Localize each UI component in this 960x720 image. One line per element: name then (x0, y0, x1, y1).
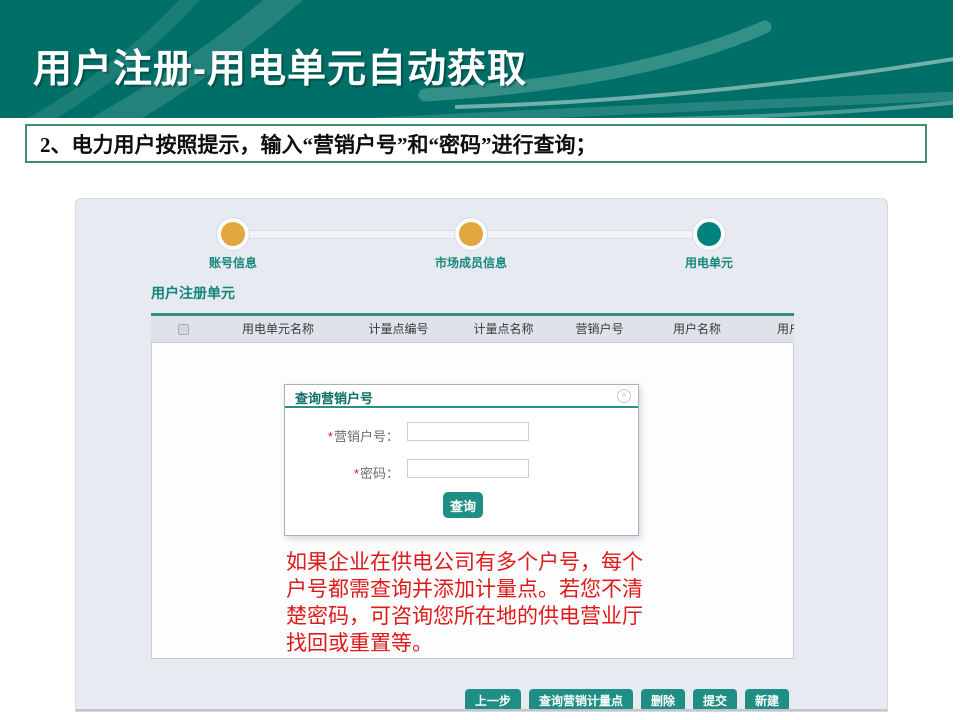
bottom-divider (76, 709, 888, 711)
marketing-account-input[interactable] (407, 422, 529, 441)
column-header-user-address: 用户地址 (746, 316, 794, 342)
column-header-metering-point-number: 计量点编号 (341, 316, 456, 342)
column-header-marketing-account: 营销户号 (551, 316, 648, 342)
step-dot-icon (221, 222, 245, 246)
step-dot-icon (459, 222, 483, 246)
slide-title: 用户注册-用电单元自动获取 (33, 38, 527, 94)
password-label: *密码： (285, 463, 399, 482)
dialog-title: 查询营销户号 (295, 388, 373, 407)
step-account-info (216, 217, 250, 251)
password-input[interactable] (407, 459, 529, 478)
step-dot-icon (697, 222, 721, 246)
step-label-account-info: 账号信息 (163, 254, 303, 271)
step-power-unit (692, 217, 726, 251)
slide-header: 用户注册-用电单元自动获取 (0, 0, 953, 118)
slide: 用户注册-用电单元自动获取 2、电力用户按照提示，输入“营销户号”和“密码”进行… (0, 0, 960, 720)
dialog-titlebar: 查询营销户号 × (285, 385, 638, 408)
table-header-checkbox-cell (151, 316, 215, 342)
required-asterisk: * (354, 466, 359, 481)
column-header-user-name: 用户名称 (648, 316, 746, 342)
step-label-power-unit: 用电单元 (639, 254, 779, 271)
query-button[interactable]: 查询 (443, 492, 483, 518)
note-text: 如果企业在供电公司有多个户号，每个 户号都需查询并添加计量点。若您不清 楚密码，… (286, 549, 726, 657)
query-marketing-account-dialog: 查询营销户号 × *营销户号： *密码： 查询 (284, 384, 639, 536)
column-header-unit-name: 用电单元名称 (215, 316, 341, 342)
select-all-checkbox[interactable] (178, 324, 189, 335)
step-market-member-info (454, 217, 488, 251)
marketing-account-label: *营销户号： (285, 426, 399, 445)
section-title: 用户注册单元 (151, 283, 235, 303)
required-asterisk: * (328, 429, 333, 444)
instruction-text: 2、电力用户按照提示，输入“营销户号”和“密码”进行查询； (27, 129, 597, 159)
app-screenshot: 账号信息 市场成员信息 用电单元 用户注册单元 用电单元名称 计量点编号 计量点… (75, 198, 888, 712)
table-header-row: 用电单元名称 计量点编号 计量点名称 营销户号 用户名称 用户地址 (151, 316, 794, 343)
close-icon[interactable]: × (617, 389, 631, 403)
column-header-metering-point-name: 计量点名称 (456, 316, 551, 342)
step-label-market-member-info: 市场成员信息 (401, 254, 541, 271)
instruction-box: 2、电力用户按照提示，输入“营销户号”和“密码”进行查询； (25, 124, 927, 163)
